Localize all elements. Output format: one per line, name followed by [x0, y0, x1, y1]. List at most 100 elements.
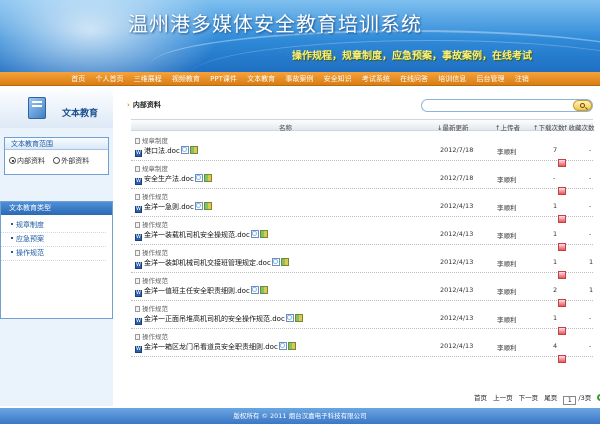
search-input[interactable]: [421, 99, 593, 112]
transfer-icon[interactable]: [259, 230, 268, 238]
site-title: 温州港多媒体安全教育培训系统: [128, 12, 422, 36]
type-item-emergency[interactable]: 应急预案: [1, 233, 106, 247]
category-label: 规章制度: [142, 137, 168, 145]
nav-cases[interactable]: 事故案例: [281, 72, 317, 86]
col-collects[interactable]: ↑收藏次数: [563, 122, 594, 132]
download-icon[interactable]: [558, 355, 566, 363]
page-number-input[interactable]: 1: [563, 396, 577, 405]
file-link[interactable]: 金洋一装卸机械司机交接班管理规定.doc: [144, 259, 271, 267]
row-category: 操作规范: [135, 331, 168, 341]
first-page-link[interactable]: 首页: [474, 394, 487, 402]
file-link[interactable]: 金洋一装载机司机安全操规范.doc: [144, 231, 250, 239]
breadcrumb-label: 内部资料: [132, 101, 161, 109]
word-doc-icon: W: [135, 150, 142, 157]
table-row: 操作规范 W 金洋一装卸机械司机交接班管理规定.doc 2012/4/13 李顺利 1 1: [131, 245, 593, 279]
preview-icon[interactable]: [271, 258, 280, 266]
nav-video[interactable]: 视频教育: [168, 72, 204, 86]
radio-label: 内部资料: [17, 157, 45, 165]
type-item-operations[interactable]: 操作规范: [1, 247, 106, 261]
transfer-icon[interactable]: [280, 258, 289, 266]
transfer-icon[interactable]: [189, 146, 198, 154]
search-icon: [580, 103, 585, 108]
file-link[interactable]: 金洋一值班主任安全职责细则.doc: [144, 287, 250, 295]
main-nav: 首页 个人首页 三维展程 视频教育 PPT课件 文本教育 事故案例 安全知识 考…: [0, 72, 600, 86]
row-downloads: 1: [553, 202, 558, 210]
row-category: 操作规范: [135, 191, 168, 201]
main-content: › 内部资料 名称 ↓最新更新 ↑上传者 ↑下载次数 ↑收藏次数 规章制度 W 港口法…: [119, 88, 600, 406]
row-file: W 金洋一装卸机械司机交接班管理规定.doc: [135, 258, 566, 279]
row-collects: -: [589, 314, 592, 322]
row-collects: -: [589, 146, 592, 154]
row-uploader: 李顺利: [497, 232, 517, 240]
transfer-icon[interactable]: [203, 202, 212, 210]
scope-external-radio[interactable]: 外部资料: [53, 156, 89, 166]
col-uploader[interactable]: ↑上传者: [495, 122, 520, 132]
nav-admin[interactable]: 后台管理: [473, 72, 509, 86]
type-label: 规章制度: [16, 221, 44, 229]
row-category: 操作规范: [135, 275, 168, 285]
row-downloads: 2: [553, 286, 558, 294]
row-date: 2012/4/13: [440, 258, 474, 266]
row-category: 操作规范: [135, 247, 168, 257]
nav-ppt[interactable]: PPT课件: [206, 72, 241, 86]
transfer-icon[interactable]: [287, 342, 296, 350]
nav-exam[interactable]: 考试系统: [358, 72, 394, 86]
nav-home[interactable]: 首页: [67, 72, 89, 86]
row-file: W 金洋一急则.doc: [135, 202, 566, 223]
nav-text[interactable]: 文本教育: [243, 72, 279, 86]
preview-icon[interactable]: [250, 286, 259, 294]
row-file: W 港口法.doc: [135, 146, 566, 167]
preview-icon[interactable]: [285, 314, 294, 322]
radio-label: 外部资料: [61, 157, 90, 165]
pagination: 首页 上一页 下一页 尾页 1 /3页: [474, 392, 600, 405]
type-label: 应急预案: [16, 235, 44, 243]
file-link[interactable]: 金洋一急则.doc: [144, 203, 194, 211]
word-doc-icon: W: [135, 346, 142, 353]
file-link[interactable]: 金洋一箱区龙门吊看道员安全职责细则.doc: [144, 343, 278, 351]
page-icon: [135, 166, 140, 172]
preview-icon[interactable]: [278, 342, 287, 350]
sidebar-title: 文本教育: [62, 109, 99, 119]
page-icon: [135, 222, 140, 228]
col-date[interactable]: ↓最新更新: [437, 122, 468, 132]
nav-personal-home[interactable]: 个人首页: [91, 72, 127, 86]
type-item-rules[interactable]: 规章制度: [1, 219, 106, 233]
prev-page-link[interactable]: 上一页: [493, 394, 513, 402]
col-name[interactable]: 名称: [279, 122, 292, 132]
file-link[interactable]: 金洋一正面吊堆高机司机的安全操作规范.doc: [144, 315, 285, 323]
page-icon: [135, 278, 140, 284]
transfer-icon[interactable]: [203, 174, 212, 182]
file-link[interactable]: 安全生产法.doc: [144, 175, 194, 183]
row-file: W 金洋一箱区龙门吊看道员安全职责细则.doc: [135, 342, 566, 363]
file-link[interactable]: 港口法.doc: [144, 147, 180, 155]
preview-icon[interactable]: [180, 146, 189, 154]
transfer-icon[interactable]: [294, 314, 303, 322]
row-downloads: 4: [553, 342, 558, 350]
search-button[interactable]: [573, 100, 592, 111]
word-doc-icon: W: [135, 262, 142, 269]
scope-title: 文本教育范围: [5, 138, 108, 150]
transfer-icon[interactable]: [259, 286, 268, 294]
last-page-link[interactable]: 尾页: [544, 394, 557, 402]
bullet-icon: [11, 223, 13, 225]
nav-3d[interactable]: 三维展程: [130, 72, 166, 86]
table-row: 操作规范 W 金洋一正面吊堆高机司机的安全操作规范.doc 2012/4/13 李顺利 1…: [131, 301, 593, 335]
row-downloads: 1: [553, 314, 558, 322]
col-downloads[interactable]: ↑下载次数: [533, 122, 564, 132]
book-icon: [28, 97, 46, 119]
category-label: 操作规范: [142, 193, 168, 201]
nav-knowledge[interactable]: 安全知识: [320, 72, 356, 86]
sidebar: 文本教育 文本教育范围 内部资料 外部资料 文本教育类型 规章制度 应急预案 操…: [0, 88, 113, 406]
bullet-icon: [11, 251, 13, 253]
next-page-link[interactable]: 下一页: [519, 394, 539, 402]
nav-qa[interactable]: 在线问答: [396, 72, 432, 86]
preview-icon[interactable]: [194, 174, 203, 182]
preview-icon[interactable]: [250, 230, 259, 238]
scope-internal-radio[interactable]: 内部资料: [9, 156, 45, 166]
breadcrumb: › 内部资料: [127, 100, 161, 110]
preview-icon[interactable]: [194, 202, 203, 210]
nav-logout[interactable]: 注销: [511, 72, 533, 86]
bullet-icon: [11, 237, 13, 239]
table-row: 规章制度 W 安全生产法.doc 2012/7/18 李顺利 - -: [131, 161, 593, 195]
nav-training[interactable]: 培训信息: [434, 72, 470, 86]
